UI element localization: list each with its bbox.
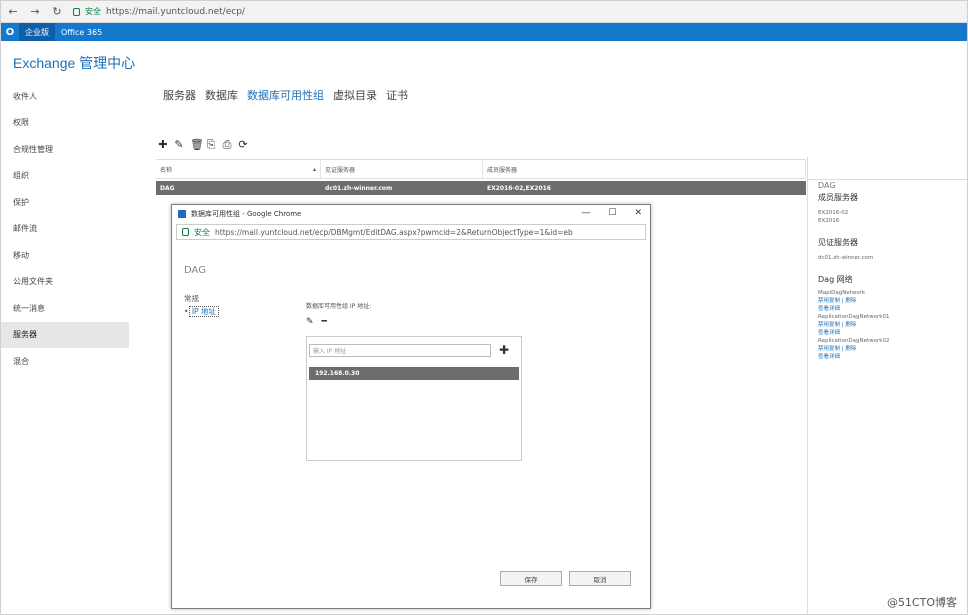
forward-icon[interactable]: →: [29, 5, 41, 18]
leftnav-public-folders[interactable]: 公用文件夹: [1, 269, 129, 296]
witness-heading: 见证服务器: [818, 238, 858, 247]
browser-toolbar: ← → ↻ 安全 https://mail.yuntcloud.net/ecp/: [1, 1, 967, 23]
popup-buttons: 保存 取消: [500, 571, 631, 586]
exchange-favicon-icon: [178, 210, 186, 218]
list-item[interactable]: 192.168.0.30: [309, 367, 519, 380]
ip-address-label: 数据库可用性组 IP 地址:: [306, 303, 372, 310]
network-heading: Dag 网络: [818, 275, 853, 284]
left-navigation: 收件人 权限 合规性管理 组织 保护 邮件流 移动 公用文件夹 统一消息 服务器…: [1, 83, 129, 375]
network-details-link[interactable]: 查看详细: [818, 329, 967, 337]
column-header-name[interactable]: 名称 ▴: [156, 160, 321, 178]
maximize-icon[interactable]: ☐: [608, 208, 616, 218]
address-bar[interactable]: 安全 https://mail.yuntcloud.net/ecp/: [73, 6, 245, 17]
cancel-button[interactable]: 取消: [569, 571, 631, 586]
member-server: EX2016: [818, 218, 840, 224]
popup-titlebar[interactable]: 数据库可用性组 - Google Chrome — ☐ ✕: [172, 205, 650, 223]
leftnav-organization[interactable]: 组织: [1, 163, 129, 190]
manage-membership-icon[interactable]: ⎘: [206, 138, 216, 152]
witness-server: dc01.zh-winner.com: [818, 255, 874, 261]
url-text: https://mail.yuntcloud.net/ecp/: [106, 6, 245, 17]
sort-chevron-icon: ▴: [312, 165, 316, 173]
leftnav-unified-messaging[interactable]: 统一消息: [1, 295, 129, 322]
column-header-label: 名称: [160, 166, 173, 174]
network-name: ReplicationDagNetwork01: [818, 314, 890, 320]
tab-databases[interactable]: 数据库: [205, 87, 238, 103]
lock-icon: [182, 228, 189, 236]
network-details-link[interactable]: 查看详细: [818, 353, 967, 361]
tab-servers[interactable]: 服务器: [163, 87, 196, 103]
secure-label: 安全: [85, 7, 101, 16]
leftnav-permissions[interactable]: 权限: [1, 110, 129, 137]
dag-table: 名称 ▴ 见证服务器 成员服务器 DAG dc01.zh-winner.com …: [156, 159, 806, 195]
table-row[interactable]: DAG dc01.zh-winner.com EX2016-02,EX2016: [156, 181, 806, 195]
app-title: Exchange 管理中心: [13, 55, 136, 71]
remove-icon[interactable]: ━: [322, 317, 327, 327]
popup-section-nav: 常规 • IP 地址: [184, 292, 219, 318]
network-name: ReplicationDagNetwork02: [818, 338, 890, 344]
popup-address-bar[interactable]: 安全 https://mail.yuntcloud.net/ecp/DBMgmt…: [176, 224, 646, 240]
network-name: MapiDagNetwork: [818, 290, 866, 296]
window-controls: — ☐ ✕: [581, 208, 642, 218]
back-icon[interactable]: ←: [7, 5, 19, 18]
ip-address-input[interactable]: 输入 IP 地址: [309, 343, 491, 357]
screenshot-frame: ← → ↻ 安全 https://mail.yuntcloud.net/ecp/…: [0, 0, 968, 615]
table-cell: dc01.zh-winner.com: [325, 184, 393, 192]
column-header-members[interactable]: 成员服务器: [483, 160, 806, 178]
tab-virtual-directories[interactable]: 虚拟目录: [333, 87, 377, 103]
watermark: @51CTO博客: [886, 596, 957, 609]
network-action-link[interactable]: 禁用复制 | 删除: [818, 321, 967, 329]
ip-toolbar: ✎ ━: [306, 317, 327, 327]
table-header: 名称 ▴ 见证服务器 成员服务器: [156, 159, 806, 179]
network-details-link[interactable]: 查看详细: [818, 305, 967, 313]
column-header-witness[interactable]: 见证服务器: [321, 160, 483, 178]
details-title: DAG: [818, 181, 836, 190]
section-general[interactable]: 常规: [184, 292, 219, 305]
divider: [808, 179, 967, 180]
details-pane: DAG 成员服务器 EX2016-02 EX2016 见证服务器 dc01.zh…: [807, 157, 967, 614]
table-cell: DAG: [160, 184, 175, 192]
tab-certificates[interactable]: 证书: [386, 87, 408, 103]
office-logo-icon[interactable]: O: [1, 23, 19, 41]
add-icon[interactable]: ✚: [499, 343, 509, 357]
minimize-icon[interactable]: —: [581, 208, 590, 218]
add-icon[interactable]: ✚: [158, 138, 168, 152]
leftnav-compliance[interactable]: 合规性管理: [1, 136, 129, 163]
popup-content: DAG 常规 • IP 地址 数据库可用性组 IP 地址: ✎ ━ 输入 IP …: [172, 243, 650, 609]
delete-icon[interactable]: 🗑: [190, 138, 204, 152]
o365-office365-link[interactable]: Office 365: [55, 23, 108, 41]
save-button[interactable]: 保存: [500, 571, 562, 586]
refresh-icon[interactable]: ⟳: [238, 138, 248, 152]
members-heading: 成员服务器: [818, 193, 858, 202]
table-cell: EX2016-02,EX2016: [487, 184, 551, 192]
ip-address-list: 输入 IP 地址 ✚ 192.168.0.30: [306, 336, 522, 461]
o365-enterprise-link[interactable]: 企业版: [19, 23, 55, 41]
leftnav-hybrid[interactable]: 混合: [1, 348, 129, 375]
lock-icon: [73, 7, 80, 16]
close-icon[interactable]: ✕: [634, 208, 642, 218]
popup-heading: DAG: [184, 265, 206, 276]
member-server: EX2016-02: [818, 210, 849, 216]
grid-toolbar: ✚ ✎ 🗑 ⎘ ⎙ ⟳: [158, 138, 248, 152]
o365-header: O 企业版 Office 365: [1, 23, 967, 41]
section-ip-address[interactable]: IP 地址: [188, 306, 219, 317]
ip-input-row: 输入 IP 地址 ✚: [309, 343, 521, 357]
tab-dag[interactable]: 数据库可用性组: [247, 87, 324, 103]
edit-icon[interactable]: ✎: [174, 138, 184, 152]
secure-label: 安全: [194, 227, 210, 237]
configure-network-icon[interactable]: ⎙: [222, 138, 232, 152]
leftnav-protection[interactable]: 保护: [1, 189, 129, 216]
edit-dag-popup-window: 数据库可用性组 - Google Chrome — ☐ ✕ 安全 https:/…: [171, 204, 651, 609]
network-action-link[interactable]: 禁用复制 | 删除: [818, 345, 967, 353]
leftnav-recipients[interactable]: 收件人: [1, 83, 129, 110]
section-ip-address-row[interactable]: • IP 地址: [184, 305, 219, 318]
server-tabs: 服务器 数据库 数据库可用性组 虚拟目录 证书: [163, 87, 408, 103]
popup-url-text: https://mail.yuntcloud.net/ecp/DBMgmt/Ed…: [215, 227, 573, 237]
popup-title: 数据库可用性组 - Google Chrome: [191, 210, 302, 218]
leftnav-mobile[interactable]: 移动: [1, 242, 129, 269]
leftnav-mail-flow[interactable]: 邮件流: [1, 216, 129, 243]
network-action-link[interactable]: 禁用复制 | 删除: [818, 297, 967, 305]
edit-icon[interactable]: ✎: [306, 317, 314, 327]
leftnav-servers[interactable]: 服务器: [1, 321, 129, 348]
reload-icon[interactable]: ↻: [51, 5, 63, 18]
